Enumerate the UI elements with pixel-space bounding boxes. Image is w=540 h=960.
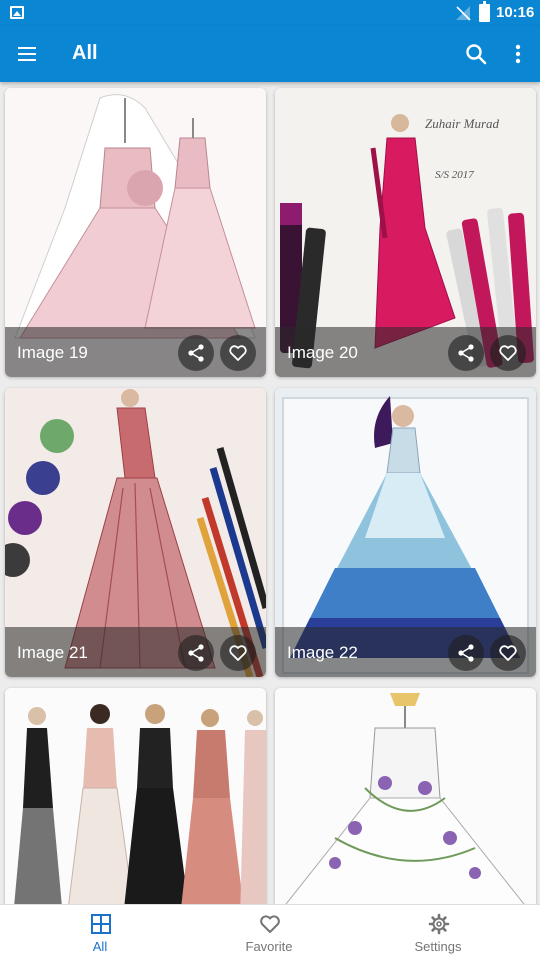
favorite-button[interactable]: [220, 635, 256, 671]
menu-icon[interactable]: [14, 42, 42, 66]
search-icon[interactable]: [462, 40, 490, 68]
gear-icon: [428, 913, 450, 935]
card-caption: Image 21: [5, 627, 266, 677]
heart-outline-icon: [229, 345, 247, 361]
share-icon: [188, 644, 204, 662]
app-bar: All: [0, 26, 540, 82]
nav-item-settings[interactable]: Settings: [378, 905, 498, 960]
image-card[interactable]: [5, 688, 266, 904]
image-grid: Image 19 Zuhair Murad S/S 2017 Image 20 …: [0, 82, 540, 904]
share-button[interactable]: [178, 335, 214, 371]
share-button[interactable]: [448, 335, 484, 371]
card-caption: Image 20: [275, 327, 536, 377]
nav-label-favorite: Favorite: [245, 939, 293, 954]
favorite-button[interactable]: [220, 335, 256, 371]
nav-label-all: All: [92, 939, 108, 954]
more-vert-icon[interactable]: [506, 40, 530, 68]
nav-label-settings: Settings: [414, 939, 462, 954]
card-label: Image 22: [287, 643, 358, 662]
heart-outline-icon: [499, 645, 517, 661]
card-label: Image 20: [287, 343, 358, 362]
share-icon: [458, 344, 474, 362]
favorite-button[interactable]: [490, 635, 526, 671]
favorite-button[interactable]: [490, 335, 526, 371]
heart-outline-icon: [260, 915, 280, 933]
heart-outline-icon: [499, 345, 517, 361]
image-card[interactable]: Image 19: [5, 88, 266, 377]
svg-text:S/S 2017: S/S 2017: [435, 169, 474, 181]
no-signal-icon: [456, 6, 471, 21]
page-title: All: [72, 42, 98, 64]
share-icon: [188, 344, 204, 362]
gown-sketch-image: [5, 688, 266, 904]
card-caption: Image 22: [275, 627, 536, 677]
grid-icon: [91, 914, 111, 934]
image-card[interactable]: Zuhair Murad S/S 2017 Image 20: [275, 88, 536, 377]
card-label: Image 19: [17, 343, 88, 362]
heart-outline-icon: [229, 645, 247, 661]
nav-item-all[interactable]: All: [40, 905, 160, 960]
bottom-navigation: All Favorite Settings: [0, 904, 540, 960]
image-card[interactable]: Image 21: [5, 388, 266, 677]
svg-text:Zuhair Murad: Zuhair Murad: [425, 116, 500, 131]
status-time: 10:16: [496, 4, 535, 21]
nav-item-favorite[interactable]: Favorite: [209, 905, 329, 960]
card-label: Image 21: [17, 643, 88, 662]
image-card[interactable]: Image 22: [275, 388, 536, 677]
share-icon: [458, 644, 474, 662]
share-button[interactable]: [178, 635, 214, 671]
share-button[interactable]: [448, 635, 484, 671]
battery-icon: [479, 1, 490, 22]
gown-sketch-image: [275, 688, 536, 904]
card-caption: Image 19: [5, 327, 266, 377]
status-bar: 10:16: [0, 0, 540, 26]
image-card[interactable]: [275, 688, 536, 904]
image-notification-icon: [10, 6, 24, 19]
